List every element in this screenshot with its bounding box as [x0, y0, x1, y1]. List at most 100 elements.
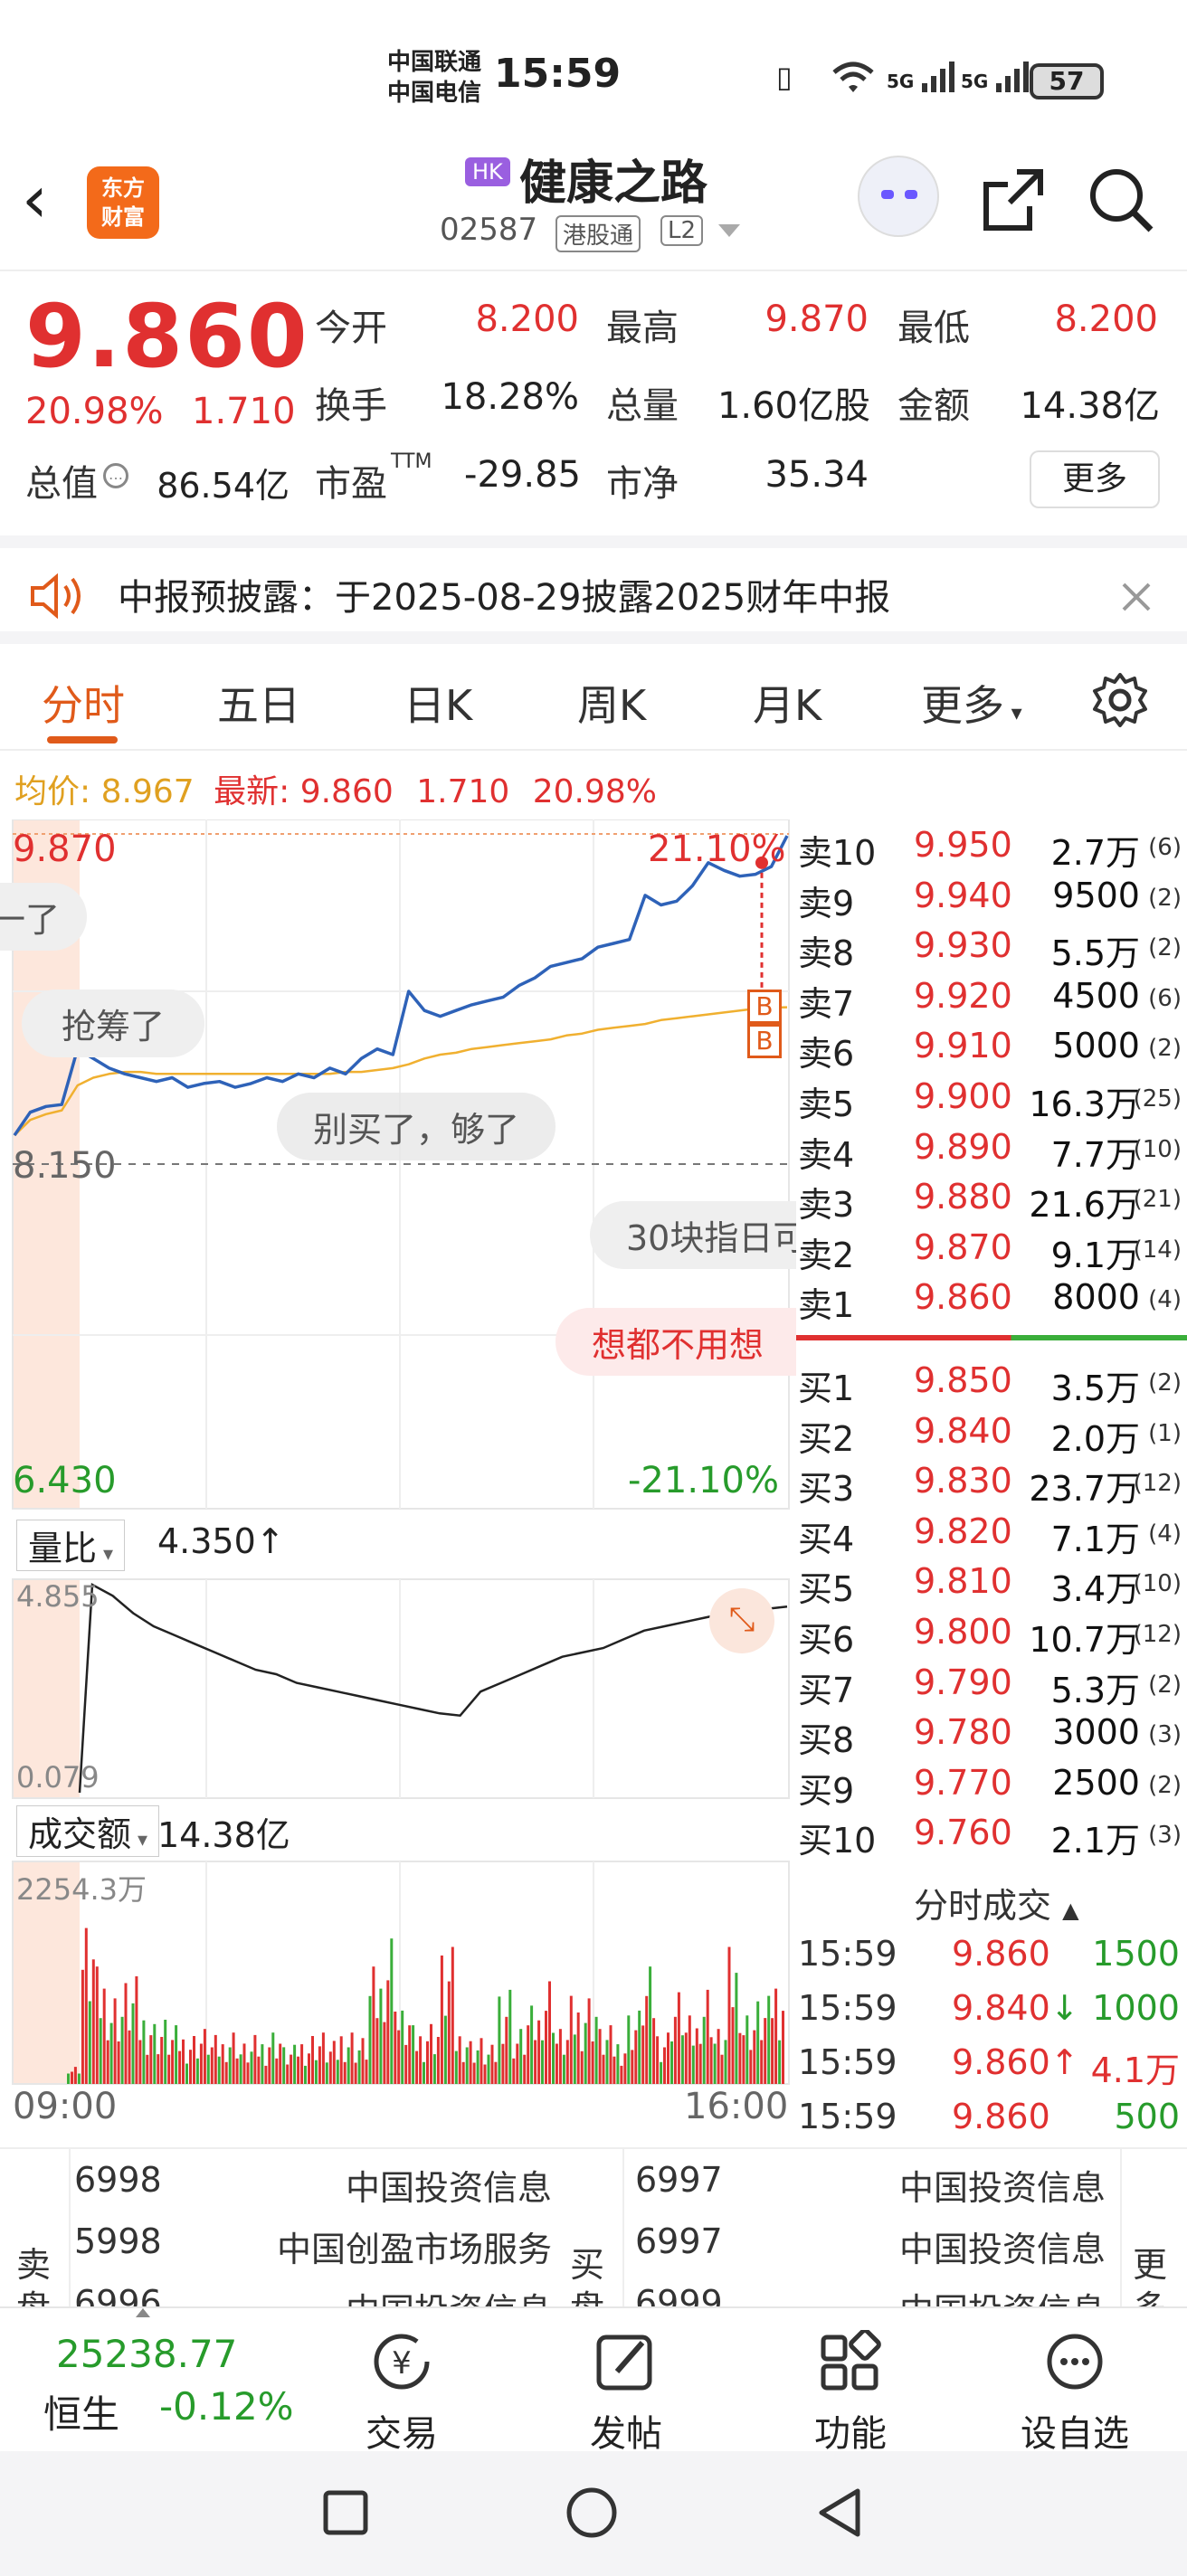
nav-post[interactable]: 发帖 [554, 2330, 698, 2457]
share-icon[interactable] [977, 165, 1049, 237]
comment-bubble[interactable]: 想都不用想 [556, 1308, 796, 1376]
amount-bar [508, 1989, 512, 2084]
notice-text: 中报预披露：于2025-08-29披露2025财年中报 [118, 577, 891, 619]
bottom-nav: 25238.77 恒生 -0.12% ¥ 交易 发帖 功能 设自选 [0, 2306, 1187, 2455]
bid-row[interactable]: 买7 9.790 5.3万 (2) [796, 1659, 1187, 1710]
tick-row[interactable]: 15:59 9.840↓ 1000 [796, 1983, 1187, 2037]
tab-monthly-k[interactable]: 月K [753, 673, 821, 733]
tick-row[interactable]: 15:59 9.860 500 [796, 2091, 1187, 2145]
sell-broker-id[interactable]: 5998 [74, 2221, 162, 2261]
buy-broker-name[interactable]: 中国投资信息 [899, 2160, 1106, 2210]
intraday-chart[interactable]: 9.870 21.10% 8.150 6.430 -21.10% 一了 抢筹了 … [0, 819, 796, 2149]
buy-broker-id[interactable]: 6999 [635, 2283, 723, 2306]
tick-title[interactable]: 分时成交 ▲ [914, 1878, 1079, 1927]
comment-bubble[interactable]: 抢筹了 [22, 990, 205, 1057]
sell-broker-id[interactable]: 6998 [74, 2160, 162, 2200]
amount-bar [314, 2060, 318, 2084]
amount-bar [286, 2064, 290, 2084]
amount-bar [649, 1966, 652, 2084]
tick-row[interactable]: 15:59 9.860 1500 [796, 1928, 1187, 1983]
dropdown-icon[interactable] [718, 224, 740, 237]
amount-bar [749, 2050, 753, 2084]
search-icon[interactable] [1086, 165, 1158, 237]
buy-broker-name[interactable]: 中国投资信息 [899, 2221, 1106, 2271]
bid-row[interactable]: 买9 9.770 2500 (2) [796, 1759, 1187, 1811]
index-value[interactable]: 25238.77 [56, 2332, 237, 2376]
open-value: 8.200 [475, 298, 579, 340]
bid-price: 9.800 [914, 1612, 1012, 1652]
buy-broker-name[interactable]: 中国投资信息 [899, 2283, 1106, 2306]
amount-bar [81, 1969, 84, 2084]
nav-trade[interactable]: ¥ 交易 [329, 2330, 474, 2457]
buy-broker-id[interactable]: 6997 [635, 2221, 723, 2261]
index-change[interactable]: -0.12% [159, 2384, 294, 2429]
ask-row[interactable]: 卖10 9.950 2.7万 (6) [796, 821, 1187, 873]
ask-row[interactable]: 卖4 9.890 7.7万 (10) [796, 1123, 1187, 1175]
comment-bubble[interactable]: 30块指日可 [590, 1201, 796, 1269]
bid-row[interactable]: 买2 9.840 2.0万 (1) [796, 1407, 1187, 1459]
tab-daily-k[interactable]: 日K [404, 673, 472, 733]
index-name[interactable]: 恒生 [43, 2384, 119, 2439]
amount-bar [616, 2044, 620, 2084]
sell-broker-name[interactable]: 中国投资信息 [346, 2160, 552, 2210]
ask-row[interactable]: 卖1 9.860 8000 (4) [796, 1274, 1187, 1325]
ask-row[interactable]: 卖7 9.920 4500 (6) [796, 972, 1187, 1024]
comment-bubble[interactable]: 一了 [0, 883, 88, 951]
close-icon[interactable] [1118, 579, 1154, 615]
ask-row[interactable]: 卖5 9.900 16.3万 (25) [796, 1073, 1187, 1124]
tab-weekly-k[interactable]: 周K [577, 673, 646, 733]
bid-row[interactable]: 买1 9.850 3.5万 (2) [796, 1357, 1187, 1408]
back-button[interactable]: ‹ [22, 163, 48, 235]
volume-ratio-selector[interactable]: 量比 ▾ [16, 1520, 126, 1571]
notice-bar[interactable]: 中报预披露：于2025-08-29披露2025财年中报 [0, 535, 1187, 644]
bid-row[interactable]: 买4 9.820 7.1万 (4) [796, 1508, 1187, 1559]
tab-five-day[interactable]: 五日 [217, 673, 300, 733]
app-logo[interactable]: 东方 财富 [87, 166, 159, 239]
expand-icon[interactable]: ⤡ [709, 1588, 774, 1653]
mktcap-value: 86.54亿 [157, 466, 290, 506]
amount-bar [534, 2040, 537, 2084]
amount-bar [95, 1966, 99, 2084]
ask-row[interactable]: 卖2 9.870 9.1万 (14) [796, 1224, 1187, 1275]
amount-bar [253, 2034, 257, 2084]
bid-row[interactable]: 买10 9.760 2.1万 (3) [796, 1809, 1187, 1861]
amount-bar [246, 2062, 250, 2084]
more-button[interactable]: 更多 [1030, 450, 1160, 508]
sell-marker[interactable]: B [747, 1024, 782, 1058]
buy-marker[interactable]: B [747, 990, 782, 1024]
nav-functions[interactable]: 功能 [778, 2328, 923, 2457]
latest-value: 9.860 [299, 773, 394, 810]
active-tab-indicator [47, 736, 118, 743]
sell-broker-name[interactable]: 中国创盈市场服务 [277, 2221, 552, 2271]
back-nav-icon[interactable] [812, 2486, 867, 2540]
stock-name[interactable]: 健康之路 [519, 145, 707, 213]
ask-row[interactable]: 卖8 9.930 5.5万 (2) [796, 922, 1187, 973]
amount-bar [138, 2040, 142, 2084]
buy-broker-id[interactable]: 6997 [635, 2160, 723, 2200]
bid-row[interactable]: 买8 9.780 3000 (3) [796, 1709, 1187, 1760]
tab-more[interactable]: 更多 ▾ [921, 673, 1022, 733]
ask-label: 卖5 [798, 1084, 855, 1124]
tick-row[interactable]: 15:59 9.860↑ 4.1万 [796, 2037, 1187, 2091]
comment-bubble[interactable]: 别买了，够了 [277, 1093, 556, 1160]
info-icon[interactable]: … [103, 463, 128, 488]
sell-broker-name[interactable]: 中国投资信息 [346, 2283, 552, 2306]
amount-selector[interactable]: 成交额 ▾ [16, 1805, 160, 1857]
nav-add-watchlist[interactable]: 设自选 [1002, 2330, 1147, 2457]
gear-icon[interactable] [1091, 671, 1149, 729]
home-icon[interactable] [565, 2486, 619, 2540]
amount-bar [698, 2043, 702, 2084]
ask-row[interactable]: 卖6 9.910 5000 (2) [796, 1022, 1187, 1074]
ask-vol: 7.7万 [1050, 1134, 1140, 1175]
bid-row[interactable]: 买6 9.800 10.7万 (12) [796, 1608, 1187, 1660]
tab-intraday[interactable]: 分时 [42, 673, 125, 733]
sell-broker-id[interactable]: 6996 [74, 2283, 162, 2306]
broker-more-button[interactable]: 更多 [1133, 2243, 1169, 2306]
recents-icon[interactable] [320, 2487, 371, 2538]
amount-bar [576, 2012, 580, 2084]
bid-row[interactable]: 买3 9.830 23.7万 (12) [796, 1457, 1187, 1509]
assistant-avatar[interactable] [858, 156, 939, 237]
ask-row[interactable]: 卖3 9.880 21.6万 (21) [796, 1173, 1187, 1225]
bid-row[interactable]: 买5 9.810 3.4万 (10) [796, 1558, 1187, 1609]
ask-row[interactable]: 卖9 9.940 9500 (2) [796, 872, 1187, 923]
